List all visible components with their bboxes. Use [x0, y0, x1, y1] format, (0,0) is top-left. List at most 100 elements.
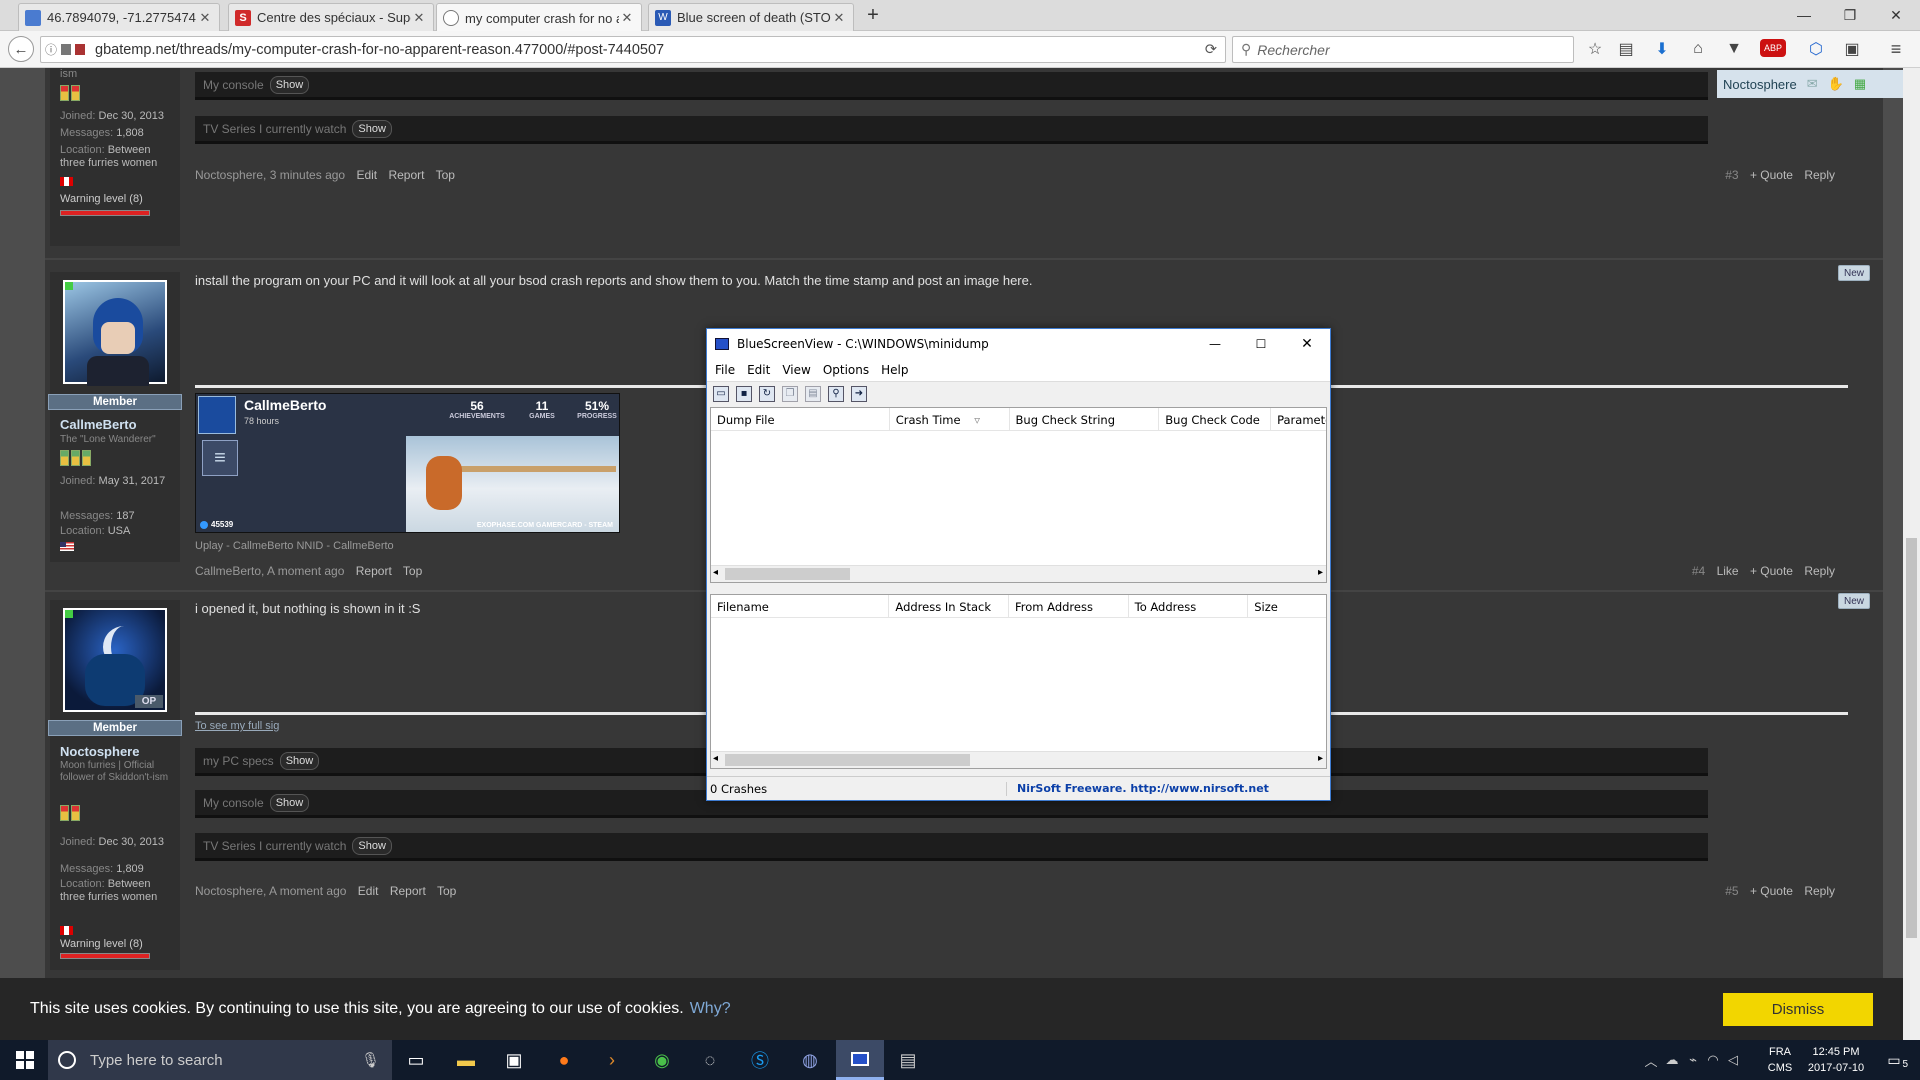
post-number[interactable]: #5	[1725, 884, 1738, 898]
action-center-button[interactable]: ▭ 5	[1876, 1044, 1912, 1076]
post-number[interactable]: #4	[1692, 564, 1705, 578]
driver-list[interactable]: Filename Address In Stack From Address T…	[710, 594, 1327, 769]
close-tab-icon[interactable]: ✕	[831, 10, 847, 26]
close-tab-icon[interactable]: ✕	[619, 10, 635, 26]
skype-icon[interactable]: Ⓢ	[740, 1044, 780, 1076]
tray-chevron-icon[interactable]: ︿	[1640, 1044, 1662, 1076]
plex-icon[interactable]: ›	[592, 1044, 632, 1076]
column-header[interactable]: Filename	[711, 595, 890, 617]
reading-list-icon[interactable]: ▤	[1616, 39, 1636, 59]
store-icon[interactable]: ▣	[494, 1044, 534, 1076]
new-tab-button[interactable]: +	[860, 0, 886, 30]
bluescreenview-taskbar-icon[interactable]	[836, 1040, 884, 1080]
download-icon[interactable]: ⬇	[1652, 39, 1672, 59]
exit-icon[interactable]: ➜	[851, 385, 867, 402]
home-icon[interactable]: ⌂	[1688, 39, 1708, 59]
restore-button[interactable]: ❐	[1827, 0, 1873, 30]
close-button[interactable]: ✕	[1284, 336, 1330, 352]
reply-link[interactable]: Reply	[1804, 564, 1835, 578]
edit-link[interactable]: Edit	[358, 884, 379, 898]
tray-app-icon[interactable]: ☁	[1660, 1044, 1684, 1076]
info-icon[interactable]: ⓘ	[45, 41, 57, 58]
reply-link[interactable]: Reply	[1804, 168, 1835, 182]
tab-maps[interactable]: 46.7894079, -71.2775474 à Pr ✕	[18, 3, 220, 31]
top-link[interactable]: Top	[403, 564, 422, 578]
scrollbar-thumb[interactable]	[725, 754, 970, 766]
chrome-icon[interactable]: ◉	[642, 1044, 682, 1076]
file-explorer-icon[interactable]: ▬	[446, 1044, 486, 1076]
pocket-icon[interactable]: ▼	[1724, 39, 1744, 59]
avatar[interactable]: OP	[63, 608, 167, 712]
nirsoft-link[interactable]: NirSoft Freeware. http://www.nirsoft.net	[1007, 782, 1269, 795]
column-header[interactable]: Parameter	[1271, 408, 1326, 430]
firefox-icon[interactable]: ●	[544, 1044, 584, 1076]
full-sig-link[interactable]: To see my full sig	[195, 720, 279, 732]
refresh-icon[interactable]: ↻	[759, 385, 775, 402]
top-link[interactable]: Top	[437, 884, 456, 898]
crash-list[interactable]: Dump File Crash Time ▿ Bug Check String …	[710, 407, 1327, 583]
user-nav-name[interactable]: Noctosphere	[1723, 77, 1797, 92]
username[interactable]: Noctosphere	[60, 744, 139, 759]
pc-app-icon[interactable]: ▤	[888, 1044, 928, 1076]
menu-edit[interactable]: Edit	[747, 363, 770, 377]
show-button[interactable]: Show	[279, 751, 320, 770]
menu-file[interactable]: File	[715, 363, 735, 377]
warning-level[interactable]: Warning level (8)	[50, 191, 180, 208]
edit-link[interactable]: Edit	[356, 168, 377, 182]
column-header[interactable]: Dump File	[711, 408, 890, 430]
wifi-icon[interactable]: ◠	[1702, 1044, 1724, 1076]
edge-icon[interactable]: ◌	[690, 1044, 730, 1076]
column-header[interactable]: To Address	[1129, 595, 1249, 617]
scrollbar-thumb[interactable]	[725, 568, 850, 580]
username[interactable]: CallmeBerto	[60, 417, 137, 432]
privacy-icon[interactable]: ⬡	[1806, 39, 1826, 59]
adblock-icon[interactable]: ABP	[1760, 39, 1786, 57]
scrollbar-thumb[interactable]	[1906, 538, 1917, 938]
report-link[interactable]: Report	[390, 884, 426, 898]
show-button[interactable]: Show	[269, 793, 310, 812]
close-tab-icon[interactable]: ✕	[411, 10, 427, 26]
close-tab-icon[interactable]: ✕	[197, 10, 213, 26]
start-button[interactable]	[2, 1044, 48, 1076]
post-number[interactable]: #3	[1725, 168, 1738, 182]
column-header[interactable]: Crash Time ▿	[890, 408, 1010, 430]
window-titlebar[interactable]: BlueScreenView - C:\WINDOWS\minidump — ☐…	[707, 329, 1330, 359]
search-input[interactable]: ⚲ Rechercher	[1232, 36, 1574, 63]
close-window-button[interactable]: ✕	[1873, 0, 1919, 30]
cookie-why-link[interactable]: Why?	[690, 1000, 731, 1018]
maximize-button[interactable]: ☐	[1238, 337, 1284, 351]
input-language[interactable]: FRA CMS	[1762, 1044, 1798, 1076]
post-author-time[interactable]: Noctosphere, A moment ago	[195, 884, 346, 898]
tab-superc[interactable]: S Centre des spéciaux - Super ✕	[228, 3, 434, 31]
quote-link[interactable]: + Quote	[1750, 884, 1793, 898]
warning-level[interactable]: Warning level (8)	[60, 938, 143, 951]
volume-icon[interactable]: ◁	[1722, 1044, 1744, 1076]
column-header[interactable]: Bug Check Code	[1159, 408, 1272, 430]
quote-link[interactable]: + Quote	[1750, 564, 1793, 578]
properties-icon[interactable]: ▤	[805, 385, 821, 402]
menu-options[interactable]: Options	[823, 363, 869, 377]
quote-link[interactable]: + Quote	[1750, 168, 1793, 182]
gamercard[interactable]: CallmeBerto 78 hours 56 ACHIEVEMENTS 11 GA…	[195, 393, 620, 533]
column-header[interactable]: From Address	[1009, 595, 1129, 617]
report-link[interactable]: Report	[356, 564, 392, 578]
bookmark-star-icon[interactable]: ☆	[1585, 39, 1605, 59]
back-button[interactable]: ←	[8, 36, 34, 62]
column-header[interactable]: Address In Stack	[889, 595, 1010, 617]
like-link[interactable]: Like	[1717, 564, 1739, 578]
post-author-time[interactable]: CallmeBerto, A moment ago	[195, 564, 344, 578]
network-icon[interactable]: ⌁	[1682, 1044, 1704, 1076]
show-button[interactable]: Show	[352, 836, 392, 855]
discord-icon[interactable]: ◍	[790, 1044, 830, 1076]
top-link[interactable]: Top	[436, 168, 455, 182]
options-icon[interactable]: ▭	[713, 385, 729, 402]
post-icon[interactable]: ▦	[1854, 76, 1866, 92]
reload-icon[interactable]: ⟳	[1205, 42, 1217, 58]
column-header[interactable]: Bug Check String	[1010, 408, 1160, 430]
minimize-button[interactable]: —	[1781, 0, 1827, 30]
save-icon[interactable]: ▪	[736, 385, 752, 402]
task-view-icon[interactable]: ▭	[396, 1044, 436, 1076]
tab-gbatemp[interactable]: my computer crash for no ap ✕	[436, 3, 642, 32]
clock[interactable]: 12:45 PM 2017-07-10	[1800, 1044, 1872, 1076]
dismiss-button[interactable]: Dismiss	[1723, 992, 1873, 1026]
